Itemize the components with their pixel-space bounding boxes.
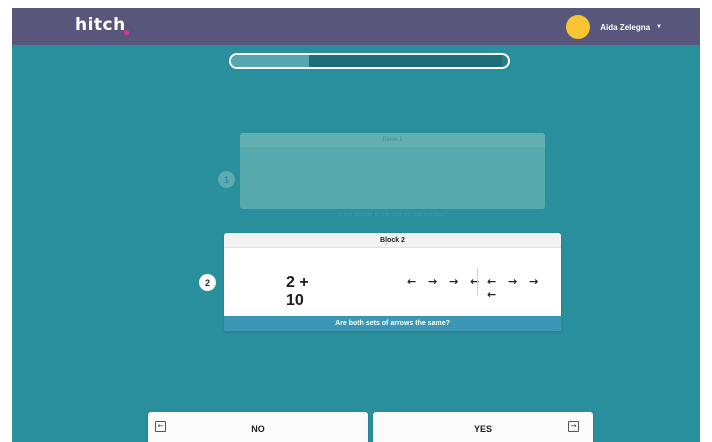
yes-button-label: YES [473,424,492,434]
arrow-set-left: ← → → ← [407,275,484,288]
right-arrow-key-icon: → [568,421,579,432]
block-1-number: 1 [218,171,235,188]
yes-button[interactable]: YES → [373,412,593,442]
progress-completed [231,55,309,67]
progress-bar [229,53,510,69]
no-button-label: NO [251,424,265,434]
logo-dot-icon [124,30,129,35]
block-2-question: Are both sets of arrows the same? [224,316,561,331]
top-bar: hitch Aida Zelegna ▼ [12,8,700,45]
block-1-card: Block 1 [240,133,545,209]
block-2-card: Block 2 2 + 10 ← → → ← ← → → ← Are both … [224,233,561,331]
block-2-title: Block 2 [224,233,561,248]
chevron-down-icon[interactable]: ▼ [656,24,662,30]
user-name[interactable]: Aida Zelegna [600,23,650,32]
logo[interactable]: hitch [75,15,126,35]
math-problem: 2 + 10 [286,274,309,309]
block-2-number: 2 [199,274,216,291]
arrow-set-right: ← → → ← [487,275,543,301]
avatar[interactable] [566,15,591,39]
no-button[interactable]: ← NO [148,412,368,442]
block-1-title: Block 1 [240,133,545,147]
user-menu[interactable]: Aida Zelegna ▼ [566,15,662,39]
arrow-divider [477,268,478,295]
block-1-question: Is the answer to the sum an odd number? [337,212,448,218]
app-canvas: hitch Aida Zelegna ▼ 1 Block 1 Is the an… [12,8,700,442]
